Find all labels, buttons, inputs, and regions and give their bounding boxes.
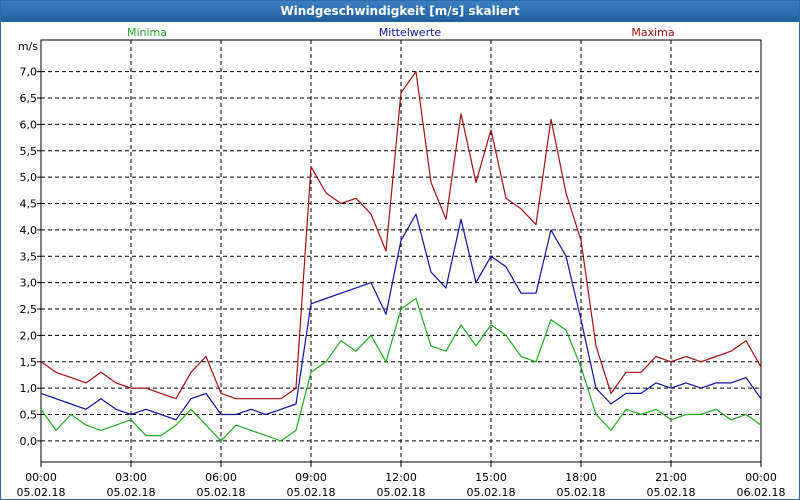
x-tick-label-time: 00:00 bbox=[745, 471, 777, 484]
y-tick-label: 4,5 bbox=[20, 198, 38, 211]
x-tick-label-time: 09:00 bbox=[295, 471, 327, 484]
y-tick-label: 5,5 bbox=[20, 145, 38, 158]
x-tick-label-date: 05.02.18 bbox=[107, 486, 156, 499]
x-tick-label-date: 05.02.18 bbox=[557, 486, 606, 499]
y-tick-label: 4,0 bbox=[20, 224, 38, 237]
x-tick-label-time: 18:00 bbox=[565, 471, 597, 484]
x-tick-label-date: 05.02.18 bbox=[287, 486, 336, 499]
y-tick-label: 0,0 bbox=[20, 435, 38, 448]
x-tick-label-date: 06.02.18 bbox=[737, 486, 786, 499]
x-tick-label-date: 05.02.18 bbox=[647, 486, 696, 499]
x-tick-label-time: 03:00 bbox=[115, 471, 147, 484]
window-title: Windgeschwindigkeit [m/s] skaliert bbox=[1, 1, 799, 22]
x-tick-label-time: 00:00 bbox=[25, 471, 57, 484]
x-tick-label-date: 05.02.18 bbox=[197, 486, 246, 499]
y-tick-label: 7,0 bbox=[20, 66, 38, 79]
legend-mittelwerte: Mittelwerte bbox=[379, 26, 442, 39]
x-tick-label-date: 05.02.18 bbox=[17, 486, 66, 499]
x-tick-label-date: 05.02.18 bbox=[377, 486, 426, 499]
y-tick-label: 2,0 bbox=[20, 329, 38, 342]
legend-maxima: Maxima bbox=[631, 26, 674, 39]
legend-minima: Minima bbox=[127, 26, 167, 39]
wind-speed-chart: 0,0 0,5 1,0 1,5 2,0 2,5 3,0 3,5 4,0 4,5 5,0 5,5 6,0 6… bbox=[17, 26, 786, 499]
y-tick-label: 3,0 bbox=[20, 277, 38, 290]
y-tick-label: 3,5 bbox=[20, 250, 38, 263]
y-tick-label: 5,0 bbox=[20, 171, 38, 184]
y-tick-label: 6,5 bbox=[20, 92, 38, 105]
y-tick-label: 0,5 bbox=[20, 409, 38, 422]
chart-window: Windgeschwindigkeit [m/s] skaliert 0,0 0,… bbox=[0, 0, 800, 500]
x-tick-label-time: 12:00 bbox=[385, 471, 417, 484]
x-tick-label-time: 21:00 bbox=[655, 471, 687, 484]
y-tick-label: 1,0 bbox=[20, 382, 38, 395]
y-tick-label: 2,5 bbox=[20, 303, 38, 316]
y-axis-label: m/s bbox=[18, 40, 38, 53]
x-tick-label-time: 15:00 bbox=[475, 471, 507, 484]
y-tick-label: 6,0 bbox=[20, 118, 38, 131]
x-tick-label-time: 06:00 bbox=[205, 471, 237, 484]
x-tick-label-date: 05.02.18 bbox=[467, 486, 516, 499]
y-tick-label: 1,5 bbox=[20, 356, 38, 369]
